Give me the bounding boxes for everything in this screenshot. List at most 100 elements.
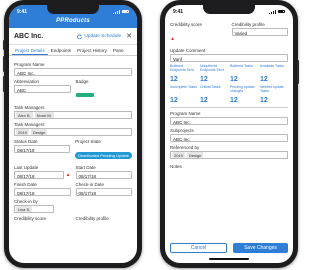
program-name-label: Program Name	[170, 111, 201, 116]
credibility-profile-input[interactable]: Varied	[231, 28, 288, 36]
metric-tile: Pending update changes 12	[230, 85, 258, 104]
metric-label: Pending update changes	[230, 85, 255, 93]
right-phone: 9:41 Credibility score ▲ Credibility pro…	[160, 0, 299, 268]
checkin-by-label: Check-in by	[14, 199, 38, 204]
metric-label: Incomplete Tasks	[170, 85, 197, 89]
start-date-input[interactable]: 08/17/18	[75, 171, 132, 179]
chip[interactable]: 2019	[16, 129, 29, 135]
notch	[203, 5, 255, 14]
warning-icon: ▲	[65, 171, 71, 178]
metric-value: 12	[230, 76, 238, 83]
chip[interactable]: Design	[30, 129, 48, 135]
close-icon[interactable]: ✕	[126, 32, 132, 40]
task-managers-2-label: Task Managers	[14, 122, 45, 127]
power-button	[297, 60, 299, 84]
credibility-score-label: Credibility score	[14, 216, 47, 221]
program-name-input[interactable]: ABC Inc.	[14, 68, 132, 76]
start-date-label: Start Date	[75, 165, 96, 170]
metric-tile: Needed update Tasks 12	[260, 85, 288, 104]
status-icons	[113, 9, 129, 14]
metric-value: 12	[200, 97, 208, 104]
project-state-pill[interactable]: Deactivated Pending Update	[75, 152, 132, 159]
tab-endpoints[interactable]: Endpoints	[48, 45, 74, 55]
update-schedule-button[interactable]: Update Schedule	[77, 34, 121, 39]
credibility-profile-label: Credibility profile	[75, 216, 109, 221]
credibility-profile-label: Credibility profile	[231, 22, 265, 27]
task-managers-select[interactable]: Alex B. None M.	[14, 111, 132, 119]
status-time: 9:41	[17, 8, 28, 15]
metric-value: 12	[260, 76, 268, 83]
last-update-input[interactable]: 08/17/18	[14, 171, 64, 179]
mute-switch	[3, 40, 5, 50]
credibility-score-label: Credibility score	[170, 22, 203, 27]
brand-logo: PPRoducts	[56, 18, 90, 24]
battery-icon	[122, 9, 129, 14]
subprojects-input[interactable]: ABC Inc.	[170, 134, 288, 142]
project-details-form-continued: Credibility score ▲ Credibility profile …	[165, 18, 293, 170]
program-name-input[interactable]: ABC Inc.	[170, 117, 288, 125]
status-time: 9:41	[173, 8, 184, 15]
status-icons	[269, 9, 285, 14]
tab-project-history[interactable]: Project History	[74, 45, 110, 55]
tab-project-details[interactable]: Project Details	[12, 45, 48, 55]
abbreviation-label: Abbreviation	[14, 79, 40, 84]
tab-bar: Project Details Endpoints Project Histor…	[9, 45, 137, 56]
project-details-form: Program Name ABC Inc. Abbreviation ABC B…	[9, 56, 137, 224]
tab-pane[interactable]: Pane	[110, 45, 127, 55]
home-indicator	[209, 258, 249, 260]
referenced-by-select[interactable]: 2019 Design	[170, 151, 288, 159]
task-managers-label: Task Managers	[14, 105, 45, 110]
chip[interactable]: None M.	[34, 112, 54, 118]
form-actions: Cancel Save Changes	[170, 243, 288, 253]
divider	[170, 107, 288, 108]
chip[interactable]: Lisa S.	[16, 206, 33, 212]
chip[interactable]: Alex B.	[16, 112, 33, 118]
metric-label: Buffered Tasks	[230, 64, 254, 68]
signal-icon	[269, 9, 276, 14]
notes-label: Notes	[170, 164, 182, 169]
record-titlebar: ABC Inc. Update Schedule ✕	[9, 28, 137, 45]
signal-icon	[113, 9, 120, 14]
metric-tile: Buffered Endpoints Sent 12	[170, 64, 198, 83]
metric-value: 12	[260, 97, 268, 104]
finish-date-input[interactable]: 08/17/18	[14, 188, 71, 196]
cancel-button[interactable]: Cancel	[170, 243, 227, 253]
notch	[47, 5, 99, 14]
chip[interactable]: Design	[186, 152, 204, 158]
update-comment-input[interactable]: Varif	[170, 54, 288, 62]
metric-value: 12	[230, 97, 238, 104]
badge-color-swatch[interactable]	[75, 93, 94, 97]
metric-value: 12	[200, 76, 208, 83]
checkin-by-select[interactable]: Lisa S.	[14, 205, 54, 213]
metric-tile: Unbuffered Endpoints Sent 12	[200, 64, 228, 83]
save-changes-button[interactable]: Save Changes	[233, 243, 288, 253]
metric-tile: Buffered Tasks 12	[230, 64, 258, 83]
metric-value: 12	[170, 97, 178, 104]
left-phone: 9:41 PPRoducts ABC Inc. Update Schedule …	[3, 0, 142, 268]
battery-icon	[278, 9, 285, 14]
metric-label: Critical Tasks	[200, 85, 221, 89]
badge-label: Badge	[75, 79, 89, 84]
metrics-grid: Buffered Endpoints Sent 12 Unbuffered En…	[170, 64, 288, 104]
warning-icon: ▲	[170, 36, 175, 42]
right-screen: 9:41 Credibility score ▲ Credibility pro…	[165, 5, 293, 263]
program-name-label: Program Name	[14, 62, 45, 67]
subprojects-label: Subprojects	[170, 128, 194, 133]
checkin-date-label: Check-in Date	[75, 182, 105, 187]
checkin-date-input[interactable]: 08/17/18	[75, 188, 132, 196]
status-date-input[interactable]: 08/17/18	[14, 145, 71, 153]
update-comment-label: Update Comment	[170, 48, 206, 53]
update-schedule-label: Update Schedule	[84, 33, 122, 39]
metric-label: Needed update Tasks	[260, 85, 284, 93]
chip[interactable]: 2019	[172, 152, 185, 158]
volume-down-button	[3, 76, 5, 92]
refresh-icon	[77, 34, 83, 39]
finish-date-label: Finish Date	[14, 182, 37, 187]
left-screen: 9:41 PPRoducts ABC Inc. Update Schedule …	[9, 5, 137, 263]
task-managers-2-select[interactable]: 2019 Design	[14, 128, 132, 136]
metric-label: Available Tasks	[260, 64, 284, 68]
abbreviation-input[interactable]: ABC	[14, 85, 71, 93]
metric-tile: Available Tasks 12	[260, 64, 288, 83]
metric-label: Unbuffered Endpoints Sent	[200, 64, 224, 72]
status-date-label: Status Date	[14, 139, 38, 144]
